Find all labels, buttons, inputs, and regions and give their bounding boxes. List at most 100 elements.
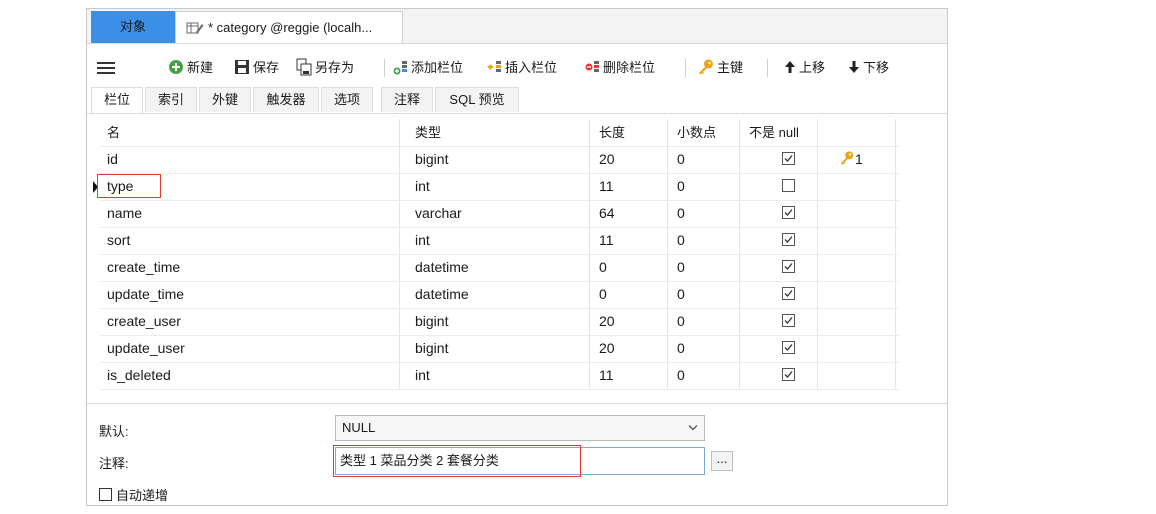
plus-circle-icon	[169, 59, 183, 74]
tab-indexes[interactable]: 索引	[145, 87, 197, 112]
tab-category-design[interactable]: * category @reggie (localh...	[175, 11, 403, 43]
field-type-cell[interactable]: bigint	[415, 335, 448, 362]
table-row[interactable]: create_user bigint 20 0	[99, 308, 899, 336]
tab-fields[interactable]: 栏位	[91, 87, 143, 113]
table-row[interactable]: type int 11 0	[93, 173, 899, 201]
default-label: 默认:	[99, 424, 129, 439]
auto-increment-label: 自动递增	[116, 488, 169, 503]
add-field-button[interactable]: 添加栏位	[393, 57, 463, 76]
field-decimals-cell[interactable]: 0	[677, 254, 685, 281]
comment-expand-button[interactable]: ...	[711, 451, 733, 471]
field-type-cell[interactable]: bigint	[415, 146, 448, 173]
save-as-button[interactable]: 另存为	[295, 57, 354, 76]
field-decimals-cell[interactable]: 0	[677, 173, 685, 200]
insert-field-button[interactable]: 插入栏位	[487, 57, 557, 76]
toolbar: 新建 保存 另存为 添加栏位 插入栏位 删除栏位 主键 上移 下移	[87, 49, 947, 83]
auto-increment-box[interactable]	[99, 488, 112, 501]
save-as-icon	[296, 58, 312, 75]
field-length-cell[interactable]: 20	[599, 308, 615, 335]
table-row[interactable]: sort int 11 0	[99, 227, 899, 255]
table-row[interactable]: id bigint 20 0 1	[99, 146, 899, 174]
field-length-cell[interactable]: 11	[599, 173, 614, 200]
field-highlight	[97, 174, 161, 198]
field-type-cell[interactable]: bigint	[415, 308, 448, 335]
field-length-cell[interactable]: 20	[599, 146, 615, 173]
field-type-cell[interactable]: datetime	[415, 281, 469, 308]
auto-increment-checkbox[interactable]: 自动递增	[99, 485, 168, 504]
not-null-checkbox[interactable]	[782, 152, 795, 165]
field-decimals-cell[interactable]: 0	[677, 308, 685, 335]
field-decimals-cell[interactable]: 0	[677, 227, 685, 254]
designer-subtabs: 栏位 索引 外键 触发器 选项 注释 SQL 预览	[87, 87, 947, 114]
toolbar-separator	[384, 59, 385, 77]
table-row[interactable]: is_deleted int 11 0	[99, 362, 899, 390]
comment-label: 注释:	[99, 456, 129, 471]
move-down-button[interactable]: 下移	[847, 57, 889, 76]
field-length-cell[interactable]: 11	[599, 362, 614, 389]
default-select[interactable]: NULL	[335, 415, 705, 441]
chevron-down-icon	[688, 425, 698, 431]
arrow-down-icon	[849, 60, 859, 73]
field-decimals-cell[interactable]: 0	[677, 146, 685, 173]
tab-options[interactable]: 选项	[321, 87, 373, 112]
tab-sql-preview[interactable]: SQL 预览	[435, 87, 519, 112]
check-icon	[784, 236, 793, 243]
not-null-checkbox[interactable]	[782, 341, 795, 354]
save-button[interactable]: 保存	[233, 57, 279, 76]
column-header-length[interactable]: 长度	[599, 119, 625, 146]
field-decimals-cell[interactable]: 0	[677, 335, 685, 362]
field-decimals-cell[interactable]: 0	[677, 281, 685, 308]
field-name-cell[interactable]: update_user	[107, 335, 185, 362]
field-length-cell[interactable]: 64	[599, 200, 615, 227]
menu-icon[interactable]	[97, 59, 115, 77]
delete-field-button[interactable]: 删除栏位	[585, 57, 655, 76]
primary-key-button[interactable]: 主键	[697, 57, 743, 76]
field-length-cell[interactable]: 0	[599, 254, 607, 281]
column-header-decimals[interactable]: 小数点	[677, 119, 716, 146]
not-null-checkbox[interactable]	[782, 233, 795, 246]
not-null-checkbox[interactable]	[782, 260, 795, 273]
tab-triggers[interactable]: 触发器	[253, 87, 319, 112]
field-length-cell[interactable]: 11	[599, 227, 614, 254]
not-null-checkbox[interactable]	[782, 206, 795, 219]
check-icon	[784, 263, 793, 270]
check-icon	[784, 209, 793, 216]
field-type-cell[interactable]: datetime	[415, 254, 469, 281]
field-name-cell[interactable]: id	[107, 146, 118, 173]
not-null-checkbox[interactable]	[782, 179, 795, 192]
table-row[interactable]: name varchar 64 0	[99, 200, 899, 228]
field-name-cell[interactable]: create_time	[107, 254, 180, 281]
not-null-checkbox[interactable]	[782, 368, 795, 381]
table-row[interactable]: create_time datetime 0 0	[99, 254, 899, 282]
save-icon	[235, 59, 249, 74]
field-name-cell[interactable]: create_user	[107, 308, 181, 335]
field-type-cell[interactable]: int	[415, 173, 430, 200]
column-header-not-null[interactable]: 不是 null	[749, 119, 799, 146]
tab-title: * category @reggie (localh...	[208, 19, 373, 35]
toolbar-separator	[767, 59, 768, 77]
field-name-cell[interactable]: update_time	[107, 281, 184, 308]
field-type-cell[interactable]: int	[415, 227, 430, 254]
not-null-checkbox[interactable]	[782, 287, 795, 300]
table-row[interactable]: update_user bigint 20 0	[99, 335, 899, 363]
tab-foreign-keys[interactable]: 外键	[199, 87, 251, 112]
field-name-cell[interactable]: is_deleted	[107, 362, 171, 389]
field-length-cell[interactable]: 0	[599, 281, 607, 308]
column-header-name[interactable]: 名	[107, 119, 120, 146]
tab-objects[interactable]: 对象	[91, 11, 175, 43]
field-decimals-cell[interactable]: 0	[677, 362, 685, 389]
field-type-cell[interactable]: int	[415, 362, 430, 389]
move-up-button[interactable]: 上移	[783, 57, 825, 76]
new-button[interactable]: 新建	[167, 57, 213, 76]
check-icon	[784, 371, 793, 378]
field-type-cell[interactable]: varchar	[415, 200, 462, 227]
field-name-cell[interactable]: name	[107, 200, 142, 227]
column-header-type[interactable]: 类型	[415, 119, 441, 146]
key-icon	[840, 151, 854, 165]
table-row[interactable]: update_time datetime 0 0	[99, 281, 899, 309]
field-decimals-cell[interactable]: 0	[677, 200, 685, 227]
field-name-cell[interactable]: sort	[107, 227, 130, 254]
field-length-cell[interactable]: 20	[599, 335, 615, 362]
not-null-checkbox[interactable]	[782, 314, 795, 327]
tab-comment[interactable]: 注释	[381, 87, 433, 112]
